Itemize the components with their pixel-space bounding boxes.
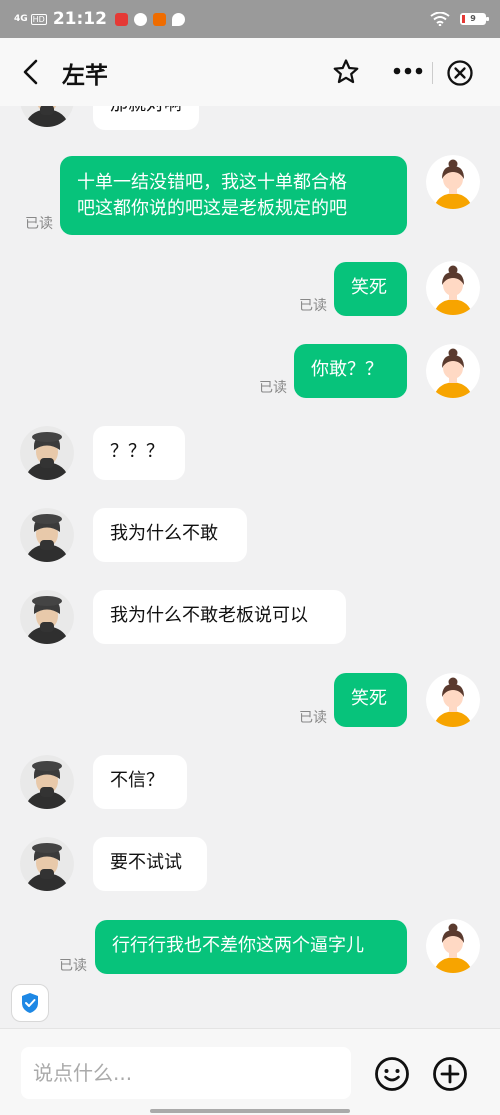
chat-title: 左芊	[62, 63, 108, 89]
shield-check-icon	[22, 993, 38, 1013]
contact-avatar[interactable]	[20, 755, 74, 809]
my-avatar[interactable]	[426, 673, 480, 727]
status-time: 21:12	[52, 9, 107, 29]
my-avatar[interactable]	[426, 261, 480, 315]
message-bubble[interactable]: 你敢？？	[294, 344, 407, 398]
chat-header: 左芊	[0, 38, 500, 106]
message-text-line: 吧这都你说的吧这是老板规定的吧	[77, 198, 347, 219]
message-bubble[interactable]: 行行行我也不差你这两个逼字儿	[95, 920, 407, 974]
close-circle-icon[interactable]	[446, 59, 474, 87]
app-notification-icon	[114, 12, 128, 26]
battery-level: 9	[470, 14, 476, 23]
message-bubble[interactable]: 十单一结没错吧，我这十单都合格 吧这都你说的吧这是老板规定的吧	[60, 156, 407, 235]
hd-indicator: HD	[30, 13, 47, 25]
message-bubble[interactable]: 我为什么不敢	[93, 508, 247, 562]
read-receipt: 已读	[299, 710, 327, 726]
smile-icon[interactable]	[374, 1056, 410, 1092]
message-bubble[interactable]: 要不试试	[93, 837, 207, 891]
composer-bar	[0, 1028, 500, 1115]
message-bubble[interactable]: ？？？	[93, 426, 185, 480]
network-indicator: 4G	[14, 13, 28, 24]
back-arrow-icon[interactable]	[20, 58, 42, 86]
wifi-icon	[430, 12, 450, 26]
home-indicator	[150, 1109, 350, 1113]
message-text-line: 十单一结没错吧，我这十单都合格	[77, 172, 347, 193]
contact-avatar[interactable]	[20, 426, 74, 480]
message-bubble[interactable]: 我为什么不敢老板说可以	[93, 590, 346, 644]
my-avatar[interactable]	[426, 155, 480, 209]
star-icon[interactable]	[332, 58, 360, 86]
security-badge[interactable]	[11, 984, 49, 1022]
message-bubble[interactable]: 笑死	[334, 673, 407, 727]
contact-avatar[interactable]	[20, 590, 74, 644]
read-receipt: 已读	[259, 380, 287, 396]
app-notification-icon	[152, 12, 166, 26]
message-bubble[interactable]: 笑死	[334, 262, 407, 316]
battery-icon: 9	[460, 13, 489, 25]
message-icon	[171, 12, 185, 26]
read-receipt: 已读	[25, 216, 53, 232]
wechat-icon	[133, 12, 147, 26]
contact-avatar[interactable]	[20, 508, 74, 562]
mini-program-capsule	[388, 56, 480, 90]
read-receipt: 已读	[299, 298, 327, 314]
contact-avatar[interactable]	[20, 837, 74, 891]
plus-circle-icon[interactable]	[432, 1056, 468, 1092]
my-avatar[interactable]	[426, 344, 480, 398]
more-icon[interactable]	[393, 67, 423, 75]
message-bubble[interactable]: 不信？	[93, 755, 187, 809]
my-avatar[interactable]	[426, 919, 480, 973]
capsule-divider	[432, 62, 433, 84]
status-bar: 4G HD 21:12 9	[0, 0, 500, 38]
message-input[interactable]	[21, 1047, 351, 1099]
read-receipt: 已读	[59, 958, 87, 974]
